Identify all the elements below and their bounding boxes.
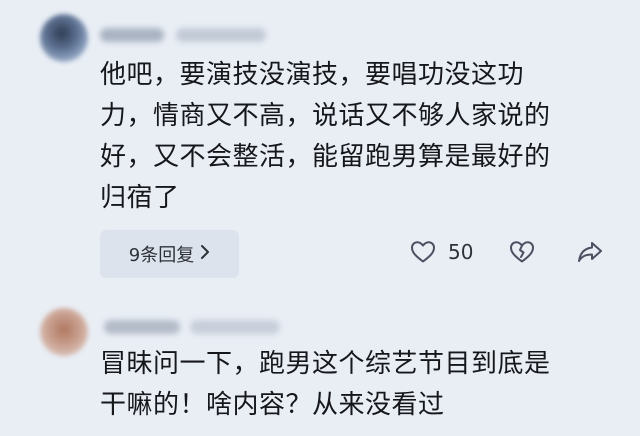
avatar[interactable] (40, 14, 88, 62)
share-arrow-icon (576, 240, 604, 264)
broken-heart-icon (508, 240, 536, 264)
view-replies-button[interactable]: 9条回复 (100, 230, 239, 278)
heart-icon (410, 240, 436, 264)
comment-line: 力，情商又不高，说话又不够人家说的 (100, 101, 551, 131)
comment-line: 冒昧问一下，跑男这个综艺节目到底是 (100, 349, 551, 379)
comment-text: 他吧，要演技没演技，要唱功没这功 力，情商又不高，说话又不够人家说的 好，又不会… (100, 55, 600, 219)
comment-text: 冒昧问一下，跑男这个综艺节目到底是 干嘛的！啥内容？从来没看过 (100, 344, 600, 426)
comment-line: 干嘛的！啥内容？从来没看过 (100, 390, 445, 420)
chevron-right-icon (200, 244, 210, 265)
comment-item: 冒昧问一下，跑男这个综艺节目到底是 干嘛的！啥内容？从来没看过 (0, 300, 640, 436)
dislike-button[interactable] (508, 240, 536, 264)
comment-line: 他吧，要演技没演技，要唱功没这功 (100, 60, 525, 90)
comment-meta-blurred (176, 28, 266, 42)
replies-label: 9条回复 (128, 245, 195, 266)
share-button[interactable] (576, 240, 604, 264)
comment-line: 归宿了 (100, 183, 180, 213)
comment-meta-blurred (190, 320, 280, 334)
username-blurred[interactable] (100, 28, 164, 42)
like-count: 50 (448, 240, 474, 264)
username-blurred[interactable] (104, 320, 180, 334)
like-button[interactable]: 50 (410, 240, 473, 264)
avatar[interactable] (40, 308, 88, 356)
comment-item: 他吧，要演技没演技，要唱功没这功 力，情商又不高，说话又不够人家说的 好，又不会… (0, 0, 640, 300)
comment-line: 好，又不会整活，能留跑男算是最好的 (100, 142, 551, 172)
